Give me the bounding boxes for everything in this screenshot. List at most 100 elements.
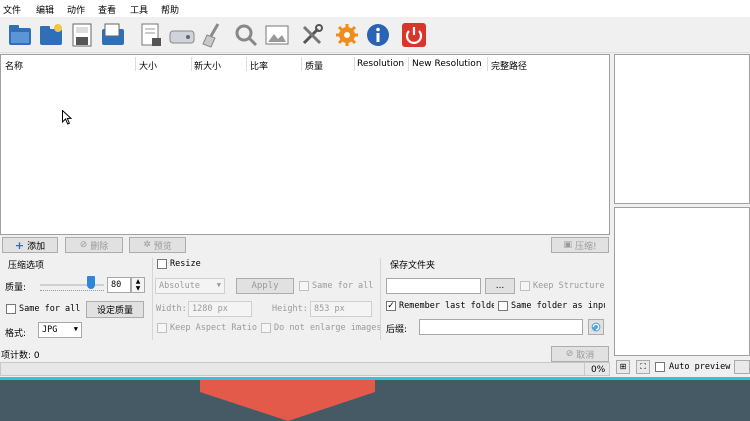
height-input[interactable]: 853 px bbox=[310, 301, 372, 317]
power-icon[interactable] bbox=[400, 21, 428, 49]
format-select[interactable]: JPG ▼ bbox=[38, 322, 82, 338]
clear-drive-icon[interactable] bbox=[168, 21, 196, 49]
add-button[interactable]: + 添加 bbox=[2, 237, 58, 253]
preview-button-label: 预览 bbox=[153, 241, 172, 252]
column-separator bbox=[301, 57, 302, 71]
column-header-ratio[interactable]: 比率 bbox=[250, 59, 268, 72]
suffix-input[interactable] bbox=[419, 319, 583, 335]
preview-option-button[interactable] bbox=[734, 360, 750, 374]
format-select-value: JPG bbox=[42, 325, 58, 335]
cancel-button[interactable]: ⊘ 取消 bbox=[551, 346, 609, 362]
column-header-new-size[interactable]: 新大小 bbox=[194, 59, 221, 72]
suffix-label: 后缀: bbox=[386, 325, 408, 335]
file-list[interactable]: 名称 大小 新大小 比率 质量 Resolution New Resolutio… bbox=[0, 54, 610, 235]
delete-button[interactable]: ⊘ 删除 bbox=[65, 237, 123, 253]
add-button-label: 添加 bbox=[27, 241, 46, 252]
column-separator bbox=[246, 57, 247, 71]
refresh-suffix-button[interactable] bbox=[588, 319, 604, 335]
quality-slider-thumb[interactable] bbox=[87, 276, 96, 289]
column-separator bbox=[408, 57, 409, 71]
compression-group-title: 压缩选项 bbox=[8, 261, 45, 271]
resize-mode-value: Absolute bbox=[159, 281, 200, 291]
remember-last-folder-checkbox[interactable]: ✓ bbox=[386, 301, 396, 311]
settings-icon[interactable] bbox=[333, 21, 361, 49]
preview-button[interactable]: ✲ 预览 bbox=[129, 237, 186, 253]
column-header-quality[interactable]: 质量 bbox=[305, 59, 323, 72]
format-label: 格式: bbox=[5, 329, 27, 339]
chevron-down-icon: ▼ bbox=[73, 325, 78, 333]
browse-folder-button[interactable]: ... bbox=[485, 278, 515, 294]
open-image-icon[interactable] bbox=[6, 21, 34, 49]
search-icon[interactable] bbox=[232, 21, 260, 49]
auto-preview-checkbox[interactable] bbox=[655, 362, 665, 372]
same-folder-as-input-checkbox[interactable] bbox=[498, 301, 508, 311]
image-view-icon[interactable] bbox=[263, 21, 291, 49]
column-separator bbox=[191, 57, 192, 71]
menu-file[interactable]: 文件 bbox=[3, 3, 21, 16]
refresh-icon bbox=[591, 322, 601, 332]
sparkle-icon: ✲ bbox=[143, 240, 151, 250]
down-arrow-graphic bbox=[200, 380, 375, 421]
column-header-new-resolution[interactable]: New Resolution bbox=[412, 59, 482, 69]
apply-button[interactable]: Apply bbox=[236, 278, 294, 294]
column-header-full-path[interactable]: 完整路径 bbox=[491, 59, 527, 72]
progress-bar bbox=[0, 362, 610, 376]
no-entry-icon: ⊘ bbox=[79, 240, 88, 250]
resize-checkbox[interactable] bbox=[157, 259, 167, 269]
column-separator bbox=[354, 57, 355, 71]
info-icon[interactable] bbox=[364, 21, 392, 49]
toolbar bbox=[0, 17, 750, 53]
save-all-icon[interactable] bbox=[99, 21, 127, 49]
group-divider bbox=[152, 258, 153, 340]
actual-size-button[interactable]: ⛶ bbox=[636, 360, 650, 374]
column-separator bbox=[487, 57, 488, 71]
quality-same-for-all-label: Same for all bbox=[19, 304, 81, 314]
cancel-button-label: 取消 bbox=[576, 350, 595, 361]
item-count-label: 项计数: 0 bbox=[1, 351, 40, 361]
column-header-name[interactable]: 名称 bbox=[5, 59, 23, 72]
keep-structure-checkbox[interactable] bbox=[520, 281, 530, 291]
menu-action[interactable]: 动作 bbox=[67, 3, 85, 16]
set-quality-button[interactable]: 设定质量 bbox=[86, 301, 144, 318]
mouse-cursor-icon bbox=[62, 110, 72, 125]
quality-slider-ticks bbox=[40, 290, 104, 293]
remember-last-folder-label: Remember last folder bbox=[399, 301, 494, 311]
accent-line bbox=[0, 377, 750, 380]
column-header-resolution[interactable]: Resolution bbox=[357, 59, 404, 69]
height-label: Height: bbox=[272, 304, 308, 314]
menu-help[interactable]: 帮助 bbox=[161, 3, 179, 16]
width-label: Width: bbox=[156, 304, 187, 314]
quality-same-for-all-checkbox[interactable] bbox=[6, 304, 16, 314]
column-separator bbox=[135, 57, 136, 71]
menu-tools[interactable]: 工具 bbox=[130, 3, 148, 16]
quality-input[interactable]: 80 bbox=[107, 277, 131, 293]
chevron-down-icon: ▼ bbox=[216, 281, 221, 289]
compress-icon: ▣ bbox=[563, 240, 572, 250]
resize-mode-select[interactable]: Absolute ▼ bbox=[155, 278, 225, 294]
preview-original-panel bbox=[614, 54, 750, 204]
output-group-title: 保存文件夹 bbox=[390, 261, 436, 271]
menu-edit[interactable]: 编辑 bbox=[36, 3, 54, 16]
delete-button-label: 删除 bbox=[90, 241, 109, 252]
progress-percent: 0% bbox=[591, 365, 606, 375]
compress-button[interactable]: ▣ 压缩! bbox=[551, 237, 609, 253]
expand-icon: ⛶ bbox=[640, 362, 646, 371]
resize-same-for-all-checkbox[interactable] bbox=[299, 281, 309, 291]
no-enlarge-checkbox[interactable] bbox=[261, 323, 271, 333]
open-folder-icon[interactable] bbox=[37, 21, 65, 49]
column-header-size[interactable]: 大小 bbox=[139, 59, 157, 72]
keep-aspect-checkbox[interactable] bbox=[157, 323, 167, 333]
tools-icon[interactable] bbox=[298, 21, 326, 49]
clean-brush-icon[interactable] bbox=[198, 21, 226, 49]
quality-spinner[interactable]: ▲ ▼ bbox=[131, 277, 145, 293]
remember-last-folder-label-clip: Remember last folder bbox=[399, 301, 494, 313]
menu-bar: 文件 编辑 动作 查看 工具 帮助 bbox=[0, 0, 750, 17]
plus-icon: + bbox=[14, 238, 25, 252]
remove-icon[interactable] bbox=[137, 21, 165, 49]
save-icon[interactable] bbox=[68, 21, 96, 49]
width-input[interactable]: 1280 px bbox=[188, 301, 252, 317]
output-folder-input[interactable] bbox=[386, 278, 481, 294]
fit-window-button[interactable]: ⊞ bbox=[616, 360, 630, 374]
menu-view[interactable]: 查看 bbox=[98, 3, 116, 16]
preview-result-panel bbox=[614, 207, 750, 356]
